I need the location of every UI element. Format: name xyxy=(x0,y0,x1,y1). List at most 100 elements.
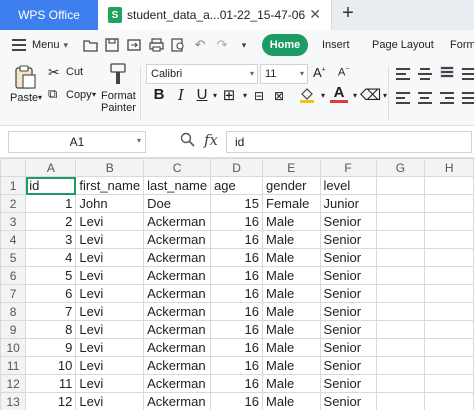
cell[interactable] xyxy=(375,356,426,375)
cell[interactable]: 4 xyxy=(25,248,77,267)
cell[interactable]: Ackerman xyxy=(143,356,212,375)
cell[interactable]: id xyxy=(25,176,77,195)
align-center-icon[interactable] xyxy=(418,92,432,104)
column-header-a[interactable]: A xyxy=(25,158,77,177)
cell[interactable]: Levi xyxy=(75,212,145,231)
cell[interactable] xyxy=(424,230,474,249)
cell[interactable] xyxy=(424,212,474,231)
column-header-g[interactable]: G xyxy=(375,158,426,177)
cell[interactable]: 16 xyxy=(210,266,264,285)
cell[interactable] xyxy=(424,356,474,375)
cell[interactable]: Ackerman xyxy=(143,284,212,303)
cell[interactable] xyxy=(375,194,426,213)
cell[interactable]: gender xyxy=(262,176,321,195)
column-header-f[interactable]: F xyxy=(319,158,377,177)
formula-input[interactable]: id xyxy=(226,131,472,153)
cell[interactable]: 16 xyxy=(210,302,264,321)
paste-label[interactable]: Paste xyxy=(10,92,38,104)
cell[interactable]: Male xyxy=(262,230,321,249)
cell[interactable]: Senior xyxy=(319,248,377,267)
cell[interactable]: Male xyxy=(262,302,321,321)
italic-button[interactable]: I xyxy=(172,86,190,104)
scissors-icon[interactable]: ✂ xyxy=(48,64,60,81)
cell[interactable]: Ackerman xyxy=(143,230,212,249)
row-header[interactable]: 10 xyxy=(0,338,27,357)
cell[interactable]: Levi xyxy=(75,266,145,285)
cell[interactable]: Male xyxy=(262,248,321,267)
cell[interactable] xyxy=(375,338,426,357)
row-header[interactable]: 9 xyxy=(0,320,27,339)
cell[interactable]: Levi xyxy=(75,248,145,267)
cell[interactable] xyxy=(424,302,474,321)
row-header[interactable]: 12 xyxy=(0,374,27,393)
align-right-icon[interactable] xyxy=(440,92,454,104)
cell[interactable]: 16 xyxy=(210,248,264,267)
cell[interactable]: Ackerman xyxy=(143,266,212,285)
font-name-select[interactable]: Calibri ▾ xyxy=(146,64,258,84)
cell[interactable]: Senior xyxy=(319,374,377,393)
column-header-b[interactable]: B xyxy=(75,158,145,177)
cut-button[interactable]: Cut xyxy=(66,66,83,78)
cell[interactable]: Senior xyxy=(319,356,377,375)
cell[interactable]: 1 xyxy=(25,194,77,213)
cell-style-icon[interactable]: ⊠ xyxy=(270,89,288,103)
align-top-icon[interactable] xyxy=(396,68,410,80)
format-painter-label[interactable]: Format Painter xyxy=(101,90,136,114)
row-header[interactable]: 4 xyxy=(0,230,27,249)
cell[interactable]: 6 xyxy=(25,284,77,303)
cell[interactable]: Levi xyxy=(75,320,145,339)
cell[interactable]: 8 xyxy=(25,320,77,339)
cell[interactable]: 16 xyxy=(210,392,264,410)
cell[interactable] xyxy=(375,320,426,339)
copy-button[interactable]: Copy xyxy=(66,89,92,101)
align-left-icon[interactable] xyxy=(396,92,410,104)
row-header[interactable]: 7 xyxy=(0,284,27,303)
cell[interactable]: Ackerman xyxy=(143,338,212,357)
cell[interactable]: Doe xyxy=(143,194,212,213)
column-header-h[interactable]: H xyxy=(424,158,474,177)
new-tab-button[interactable]: + xyxy=(338,2,358,25)
cell[interactable] xyxy=(424,248,474,267)
cell[interactable] xyxy=(424,266,474,285)
cell[interactable]: age xyxy=(210,176,264,195)
row-header[interactable]: 8 xyxy=(0,302,27,321)
cell[interactable] xyxy=(375,284,426,303)
cell[interactable]: 2 xyxy=(25,212,77,231)
column-header-d[interactable]: D xyxy=(210,158,264,177)
cell[interactable]: Ackerman xyxy=(143,320,212,339)
tab-wps-office[interactable]: WPS Office xyxy=(0,0,98,30)
tab-document[interactable]: S student_data_a...01-22_15-47-06 ✕ xyxy=(98,0,332,30)
copy-chevron-icon[interactable]: ▾ xyxy=(92,90,96,99)
tab-home[interactable]: Home xyxy=(262,34,308,56)
cell[interactable]: John xyxy=(75,194,145,213)
row-header[interactable]: 11 xyxy=(0,356,27,375)
cell[interactable] xyxy=(424,176,474,195)
row-header[interactable]: 5 xyxy=(0,248,27,267)
cell[interactable]: Male xyxy=(262,266,321,285)
cell[interactable]: 16 xyxy=(210,338,264,357)
cell[interactable]: Male xyxy=(262,338,321,357)
select-all-corner[interactable] xyxy=(0,158,27,177)
row-header[interactable]: 13 xyxy=(0,392,27,410)
cell[interactable]: level xyxy=(319,176,377,195)
cell[interactable]: first_name xyxy=(75,176,145,195)
cell[interactable]: 7 xyxy=(25,302,77,321)
bold-button[interactable]: B xyxy=(150,86,168,103)
name-box[interactable]: A1 ▾ xyxy=(8,131,146,153)
cell[interactable]: Senior xyxy=(319,284,377,303)
cell[interactable] xyxy=(375,212,426,231)
close-icon[interactable]: ✕ xyxy=(309,6,321,23)
cell[interactable]: Levi xyxy=(75,356,145,375)
save-icon[interactable] xyxy=(104,37,120,53)
cell[interactable]: Levi xyxy=(75,338,145,357)
tab-page-layout[interactable]: Page Layout xyxy=(372,39,434,51)
cell[interactable]: 16 xyxy=(210,230,264,249)
cell[interactable]: Senior xyxy=(319,302,377,321)
cell[interactable]: Male xyxy=(262,320,321,339)
justify-icon[interactable] xyxy=(462,92,474,104)
cell[interactable] xyxy=(375,230,426,249)
cell[interactable]: Senior xyxy=(319,392,377,410)
cell[interactable]: 11 xyxy=(25,374,77,393)
cell[interactable]: Junior xyxy=(319,194,377,213)
cell[interactable]: 3 xyxy=(25,230,77,249)
